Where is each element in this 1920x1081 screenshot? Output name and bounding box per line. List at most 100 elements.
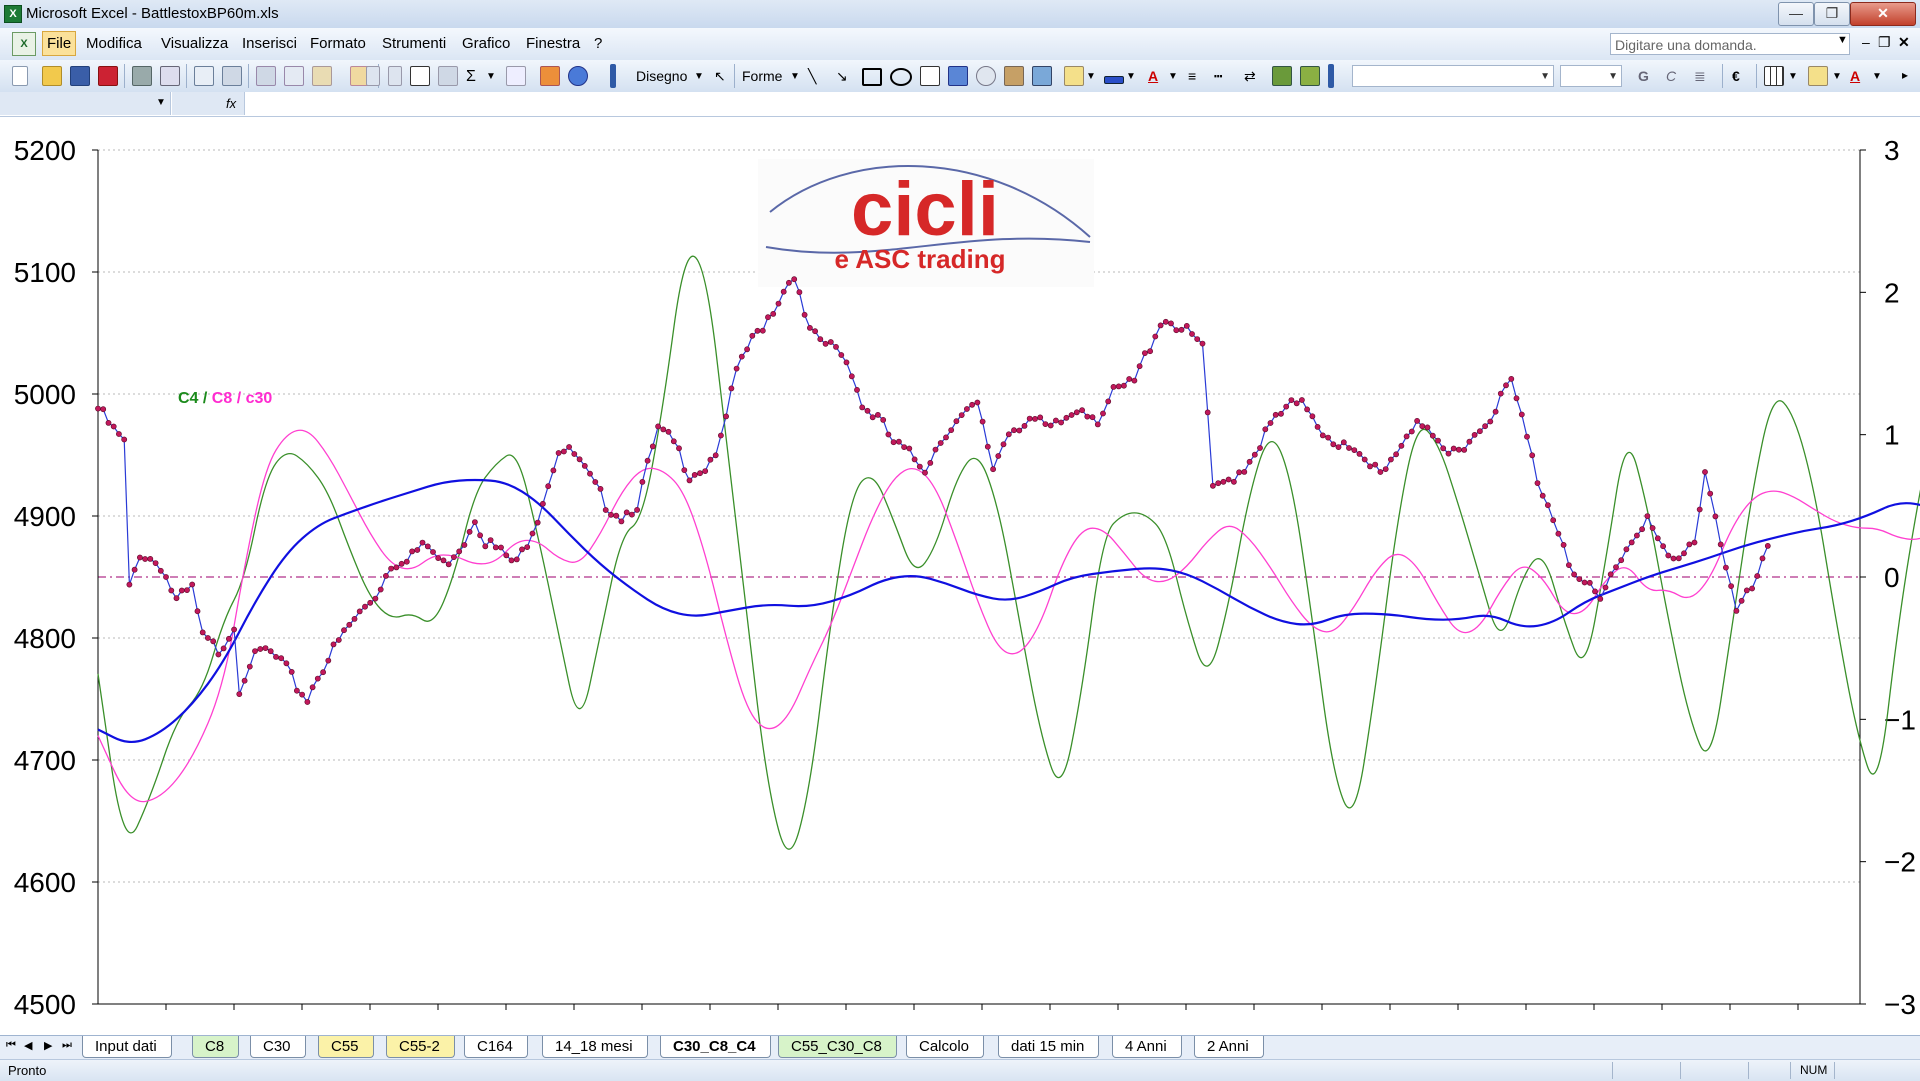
menu-help[interactable]: ?	[594, 35, 602, 52]
permission-icon[interactable]	[98, 66, 118, 86]
font-color-dropdown-icon[interactable]: ▼	[1168, 71, 1178, 82]
text-color-icon[interactable]: A	[1850, 68, 1860, 84]
research-icon[interactable]	[222, 66, 242, 86]
fill-color-icon[interactable]	[1064, 66, 1084, 86]
paste-icon[interactable]	[312, 66, 332, 86]
line-color-icon[interactable]	[1104, 76, 1124, 84]
chart-sheet[interactable]: 4500 4600 4700 4800 4900 5000 5100 5200 −3 −2 −1 0 1…	[0, 117, 1920, 1035]
3d-icon[interactable]	[1300, 66, 1320, 86]
last-sheet-icon[interactable]: ⏭	[62, 1039, 72, 1052]
line-chart[interactable]: 45004600470048004900500051005200−3−2−101…	[0, 117, 1920, 1035]
ask-dropdown-icon[interactable]: ▼	[1837, 34, 1848, 46]
restore-button[interactable]: ❐	[1814, 2, 1850, 26]
menu-inserisci[interactable]: Inserisci	[242, 35, 297, 52]
sheet-tab-c55-c30-c8[interactable]: C55_C30_C8	[778, 1036, 897, 1058]
undo-icon[interactable]	[366, 66, 380, 86]
line-style-icon[interactable]: ≡	[1188, 68, 1196, 84]
insert-function-button[interactable]: fx	[172, 92, 245, 115]
menu-finestra[interactable]: Finestra	[526, 35, 580, 52]
ask-question-input[interactable]: Digitare una domanda.	[1610, 33, 1850, 55]
align-icon[interactable]: ≣	[1694, 68, 1706, 85]
sheet-tab-c30-c8-c4[interactable]: C30_C8_C4	[660, 1036, 771, 1058]
sheet-tab-c164[interactable]: C164	[464, 1036, 528, 1058]
minimize-button[interactable]: —	[1778, 2, 1814, 26]
oval-icon[interactable]	[890, 68, 912, 86]
text-color-dropdown-icon[interactable]: ▼	[1872, 71, 1882, 82]
autosum-dropdown-icon[interactable]: ▼	[486, 71, 496, 82]
name-box[interactable]: ▼	[0, 92, 171, 115]
borders-dropdown-icon[interactable]: ▼	[1788, 71, 1798, 82]
sheet-tab-2-anni[interactable]: 2 Anni	[1194, 1036, 1264, 1058]
redo-icon[interactable]	[388, 66, 402, 86]
textbox-icon[interactable]	[920, 66, 940, 86]
first-sheet-icon[interactable]: ⏮	[6, 1039, 16, 1052]
sheet-tab-4-anni[interactable]: 4 Anni	[1112, 1036, 1182, 1058]
sheet-tab-14-18-mesi[interactable]: 14_18 mesi	[542, 1036, 648, 1058]
workbook-close-icon[interactable]: ✕	[1898, 34, 1910, 51]
sheet-tab-dati-15-min[interactable]: dati 15 min	[998, 1036, 1100, 1058]
copy-icon[interactable]	[284, 66, 304, 86]
link-icon[interactable]	[438, 66, 458, 86]
toolbar-grip[interactable]	[610, 64, 616, 88]
arrow-style-icon[interactable]: ⇄	[1244, 68, 1256, 85]
close-button[interactable]: ✕	[1850, 2, 1916, 26]
new-icon[interactable]	[12, 66, 28, 86]
cell-fill-icon[interactable]	[1808, 66, 1828, 86]
print-icon[interactable]	[132, 66, 152, 86]
borders-icon[interactable]	[1764, 66, 1784, 86]
menu-visualizza[interactable]: Visualizza	[161, 35, 228, 52]
menu-formato[interactable]: Formato	[310, 35, 366, 52]
workbook-restore-icon[interactable]: ❐	[1878, 34, 1891, 51]
euro-button[interactable]: €	[1732, 68, 1740, 84]
arrow-icon[interactable]: ↘	[836, 68, 848, 85]
clipart-icon[interactable]	[1004, 66, 1024, 86]
toolbar-overflow-icon[interactable]: ▸	[1902, 68, 1908, 82]
diagram-icon[interactable]	[976, 66, 996, 86]
workbook-minimize-icon[interactable]: –	[1862, 34, 1870, 50]
menu-modifica[interactable]: Modifica	[86, 35, 142, 52]
menu-grafico[interactable]: Grafico	[462, 35, 510, 52]
prev-sheet-icon[interactable]: ◀	[24, 1039, 32, 1052]
sheet-tab-input-dati[interactable]: Input dati	[82, 1036, 172, 1058]
rectangle-icon[interactable]	[862, 68, 882, 86]
line-icon[interactable]: ╲	[808, 68, 816, 85]
menu-file[interactable]: File	[42, 31, 77, 56]
font-size-combo[interactable]: ▼	[1560, 65, 1622, 87]
dash-style-icon[interactable]: ┅	[1214, 68, 1222, 85]
print-preview-icon[interactable]	[160, 66, 180, 86]
spelling-icon[interactable]	[194, 66, 214, 86]
sheet-tab-c55-2[interactable]: C55-2	[386, 1036, 455, 1058]
font-color-icon[interactable]: A	[1148, 68, 1158, 84]
draw-menu-button[interactable]: Disegno	[636, 68, 687, 84]
price-marker	[163, 574, 169, 580]
shadow-icon[interactable]	[1272, 66, 1292, 86]
sort-icon[interactable]	[506, 66, 526, 86]
line-color-dropdown-icon[interactable]: ▼	[1126, 71, 1136, 82]
help-icon[interactable]	[568, 66, 588, 86]
autosum-icon[interactable]: Σ	[466, 68, 476, 86]
italic-button[interactable]: C	[1666, 68, 1676, 84]
save-icon[interactable]	[70, 66, 90, 86]
bold-button[interactable]: G	[1638, 68, 1649, 84]
picture-icon[interactable]	[1032, 66, 1052, 86]
chart-wizard-icon[interactable]	[540, 66, 560, 86]
sheet-tab-c8[interactable]: C8	[192, 1036, 240, 1058]
hyperlink-icon[interactable]	[410, 66, 430, 86]
font-name-combo[interactable]: ▼	[1352, 65, 1554, 87]
select-arrow-icon[interactable]: ↖	[714, 68, 726, 85]
sheet-tab-c30[interactable]: C30	[250, 1036, 306, 1058]
chevron-down-icon[interactable]: ▼	[156, 97, 166, 108]
shapes-menu-button[interactable]: Forme	[742, 68, 782, 84]
cell-fill-dropdown-icon[interactable]: ▼	[1832, 71, 1842, 82]
toolbar-grip[interactable]	[1328, 64, 1334, 88]
open-icon[interactable]	[42, 66, 62, 86]
sheet-tab-calcolo[interactable]: Calcolo	[906, 1036, 985, 1058]
menu-strumenti[interactable]: Strumenti	[382, 35, 446, 52]
sheet-tab-c55[interactable]: C55	[318, 1036, 374, 1058]
wordart-icon[interactable]	[948, 66, 968, 86]
fill-color-dropdown-icon[interactable]: ▼	[1086, 71, 1096, 82]
price-marker	[1126, 376, 1133, 382]
cut-icon[interactable]	[256, 66, 276, 86]
next-sheet-icon[interactable]: ▶	[44, 1039, 52, 1052]
workbook-icon[interactable]: X	[12, 32, 36, 56]
